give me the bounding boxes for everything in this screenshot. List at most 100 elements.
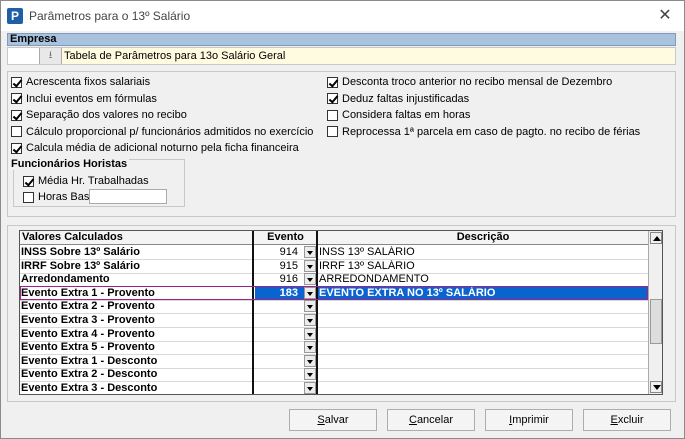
checkbox-label: Desconta troco anterior no recibo mensal… <box>342 76 613 88</box>
cancelar-button[interactable]: Cancelar <box>387 409 475 431</box>
checkbox-box[interactable] <box>11 93 22 104</box>
evento-dropdown-icon[interactable] <box>304 246 316 258</box>
row-valor-calculado: Evento Extra 2 - Desconto <box>21 368 158 381</box>
table-row[interactable]: Evento Extra 2 - Provento <box>20 300 648 313</box>
checkbox-box[interactable] <box>11 126 22 137</box>
option-checkbox-left-1[interactable]: Inclui eventos em fórmulas <box>11 92 157 106</box>
row-valor-calculado: Evento Extra 1 - Provento <box>21 286 155 299</box>
evento-dropdown-icon[interactable] <box>304 368 316 381</box>
row-valor-calculado: Evento Extra 2 - Provento <box>21 300 155 313</box>
empresa-header: Empresa <box>7 33 676 46</box>
horas-base-checkbox[interactable]: Horas Base <box>23 190 95 204</box>
dialog-window: P Parâmetros para o 13º Salário ✕ Empres… <box>0 0 685 439</box>
row-descricao: ARREDONDAMENTO <box>319 273 429 286</box>
evento-dropdown-icon[interactable] <box>304 286 316 299</box>
option-checkbox-left-2[interactable]: Separação dos valores no recibo <box>11 108 187 122</box>
row-descricao <box>318 382 648 394</box>
table-row[interactable]: IRRF Sobre 13º Salário 915 IRRF 13º SALÁRI… <box>20 259 648 273</box>
option-checkbox-right-2[interactable]: Considera faltas em horas <box>327 108 470 122</box>
evento-dropdown-icon[interactable] <box>304 273 316 286</box>
option-checkbox-right-0[interactable]: Desconta troco anterior no recibo mensal… <box>327 75 612 89</box>
option-checkbox-right-1[interactable]: Deduz faltas injustificadas <box>327 92 469 106</box>
checkbox-label: Média Hr. Trabalhadas <box>38 175 149 187</box>
checkbox-box[interactable] <box>327 109 338 121</box>
table-row[interactable]: Evento Extra 1 - Provento 183 EVENTO EXTRA… <box>20 286 648 300</box>
horas-base-input[interactable] <box>89 189 167 204</box>
button-bar: Salvar Cancelar Imprimir Excluir <box>1 404 684 438</box>
row-descricao <box>318 341 648 354</box>
imprimir-button[interactable]: Imprimir <box>485 409 573 431</box>
checkbox-box[interactable] <box>327 76 338 88</box>
option-checkbox-left-4[interactable]: Calcula média de adicional noturno pela … <box>11 141 299 155</box>
checkbox-label: Considera faltas em horas <box>342 109 471 121</box>
checkbox-box[interactable] <box>11 142 22 154</box>
table-row[interactable]: INSS Sobre 13º Salário 914 INSS 13º SALÁRI… <box>20 246 648 259</box>
table-row[interactable]: Evento Extra 3 - Provento <box>20 314 648 327</box>
checkbox-label: Horas Base <box>38 191 96 203</box>
excluir-button[interactable]: Excluir <box>583 409 671 431</box>
checkbox-box[interactable] <box>23 191 34 203</box>
scroll-thumb[interactable] <box>650 299 662 344</box>
evento-dropdown-icon[interactable] <box>304 300 316 313</box>
row-valor-calculado: INSS Sobre 13º Salário <box>21 246 140 258</box>
header-descricao[interactable]: Descrição <box>318 231 648 245</box>
checkbox-box[interactable] <box>23 175 34 187</box>
checkbox-label: Calcula média de adicional noturno pela … <box>26 142 299 154</box>
row-descricao <box>318 300 648 313</box>
table-row[interactable]: Evento Extra 4 - Provento <box>20 327 648 341</box>
scroll-up-icon[interactable] <box>650 232 662 244</box>
row-valor-calculado: Evento Extra 3 - Desconto <box>21 382 158 394</box>
row-valor-calculado: Evento Extra 5 - Provento <box>21 341 155 354</box>
option-checkbox-left-3[interactable]: Cálculo proporcional p/ funcionários adm… <box>11 125 313 139</box>
empresa-selector: ⭳ Tabela de Parâmetros para 13o Salário … <box>7 47 676 65</box>
evento-dropdown-icon[interactable] <box>304 259 316 272</box>
evento-dropdown-icon[interactable] <box>304 314 316 326</box>
checkbox-label: Deduz faltas injustificadas <box>342 92 470 105</box>
row-descricao <box>318 355 648 368</box>
checkbox-label: Separação dos valores no recibo <box>26 109 187 121</box>
grid-header: Valores Calculados Evento Descrição <box>20 231 662 245</box>
evento-dropdown-icon[interactable] <box>304 382 316 394</box>
table-row[interactable]: Evento Extra 1 - Desconto <box>20 354 648 368</box>
column-divider <box>252 231 254 394</box>
checkbox-box[interactable] <box>327 126 338 137</box>
media-hr-checkbox[interactable]: Média Hr. Trabalhadas <box>23 174 149 188</box>
checkbox-box[interactable] <box>11 76 22 88</box>
app-icon: P <box>7 8 23 24</box>
horistas-title: Funcionários Horistas <box>9 158 130 170</box>
scroll-down-icon[interactable] <box>650 381 662 393</box>
row-descricao: INSS 13º SALÁRIO <box>319 246 415 258</box>
lookup-arrow-icon[interactable]: ⭳ <box>40 48 62 64</box>
row-valor-calculado: Evento Extra 1 - Desconto <box>21 354 158 367</box>
row-descricao <box>318 314 648 327</box>
empresa-code-input[interactable] <box>8 48 40 64</box>
checkbox-box[interactable] <box>11 109 22 121</box>
empresa-name: Tabela de Parâmetros para 13o Salário Ge… <box>64 50 286 62</box>
row-descricao <box>318 368 648 381</box>
evento-dropdown-icon[interactable] <box>304 327 316 340</box>
row-valor-calculado: Evento Extra 3 - Provento <box>21 314 155 326</box>
checkbox-box[interactable] <box>327 93 338 104</box>
row-valor-calculado: Evento Extra 4 - Provento <box>21 327 155 340</box>
row-valor-calculado: IRRF Sobre 13º Salário <box>21 259 140 272</box>
window-title: Parâmetros para o 13º Salário <box>29 9 191 23</box>
table-row[interactable]: Evento Extra 5 - Provento <box>20 341 648 354</box>
table-row[interactable]: Evento Extra 3 - Desconto <box>20 382 648 394</box>
table-row[interactable]: Arredondamento 916 ARREDONDAMENTO <box>20 273 648 286</box>
header-evento[interactable]: Evento <box>255 231 316 245</box>
header-valores[interactable]: Valores Calculados <box>22 231 252 245</box>
checkbox-label: Inclui eventos em fórmulas <box>26 92 157 105</box>
row-descricao: IRRF 13º SALÁRIO <box>319 259 415 272</box>
evento-dropdown-icon[interactable] <box>304 354 316 367</box>
option-checkbox-right-3[interactable]: Reprocessa 1ª parcela em caso de pagto. … <box>327 125 640 139</box>
vertical-scrollbar[interactable] <box>648 231 662 394</box>
evento-dropdown-icon[interactable] <box>304 341 316 354</box>
row-descricao: EVENTO EXTRA NO 13º SALÁRIO <box>318 286 648 300</box>
row-valor-calculado: Arredondamento <box>21 273 110 286</box>
row-descricao <box>318 328 648 341</box>
table-row[interactable]: Evento Extra 2 - Desconto <box>20 368 648 381</box>
valores-grid: Valores Calculados Evento Descrição INSS… <box>19 230 663 395</box>
option-checkbox-left-0[interactable]: Acrescenta fixos salariais <box>11 75 150 89</box>
close-icon[interactable]: ✕ <box>656 7 674 25</box>
salvar-button[interactable]: Salvar <box>289 409 377 431</box>
